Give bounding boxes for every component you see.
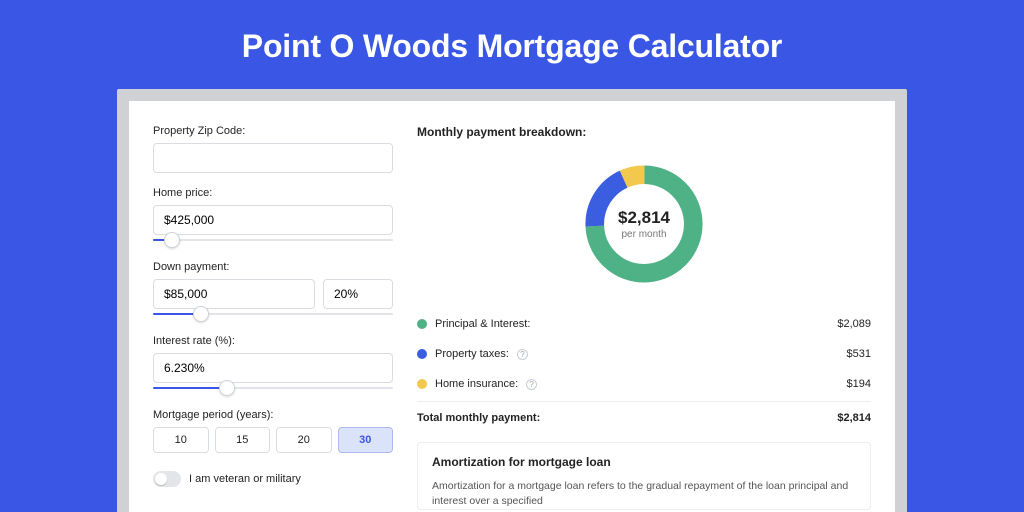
price-slider[interactable] [153,233,393,247]
legend-row-ins: Home insurance: ? $194 [417,369,871,399]
dot-icon [417,379,427,389]
period-option-15[interactable]: 15 [215,427,271,453]
legend-label: Principal & Interest: [435,318,530,330]
interest-rate-field: Interest rate (%): [153,335,393,395]
price-label: Home price: [153,187,393,199]
period-option-30[interactable]: 30 [338,427,394,453]
zip-label: Property Zip Code: [153,125,393,137]
down-payment-field: Down payment: [153,261,393,321]
total-label: Total monthly payment: [417,412,540,424]
slider-track-line [153,239,393,241]
price-input[interactable] [153,205,393,235]
legend-total-row: Total monthly payment: $2,814 [417,401,871,424]
legend-row-tax: Property taxes: ? $531 [417,339,871,369]
info-icon[interactable]: ? [526,379,537,390]
slider-thumb[interactable] [219,380,235,396]
down-payment-pct-input[interactable] [323,279,393,309]
donut-wrap: $2,814 per month [417,151,871,309]
legend-value: $531 [847,348,871,360]
amortization-body: Amortization for a mortgage loan refers … [432,479,856,509]
total-value: $2,814 [837,412,871,424]
veteran-row: I am veteran or military [153,471,393,487]
legend-value: $2,089 [837,318,871,330]
down-payment-input[interactable] [153,279,315,309]
interest-rate-slider[interactable] [153,381,393,395]
inputs-panel: Property Zip Code: Home price: Down paym… [153,125,393,512]
breakdown-heading: Monthly payment breakdown: [417,125,871,139]
veteran-label: I am veteran or military [189,473,301,485]
calculator-card: Property Zip Code: Home price: Down paym… [129,101,895,512]
interest-rate-label: Interest rate (%): [153,335,393,347]
legend-label: Property taxes: [435,348,509,360]
slider-thumb[interactable] [193,306,209,322]
donut-sub: per month [621,229,666,240]
info-icon[interactable]: ? [517,349,528,360]
payment-donut-chart: $2,814 per month [579,159,709,289]
legend-row-pi: Principal & Interest: $2,089 [417,309,871,339]
period-option-20[interactable]: 20 [276,427,332,453]
period-option-10[interactable]: 10 [153,427,209,453]
dot-icon [417,349,427,359]
veteran-toggle[interactable] [153,471,181,487]
page-title: Point O Woods Mortgage Calculator [0,0,1024,89]
donut-center: $2,814 per month [579,159,709,289]
zip-field: Property Zip Code: [153,125,393,173]
slider-fill [153,387,227,389]
breakdown-legend: Principal & Interest: $2,089 Property ta… [417,309,871,424]
donut-amount: $2,814 [618,208,670,228]
interest-rate-input[interactable] [153,353,393,383]
down-payment-slider[interactable] [153,307,393,321]
toggle-knob [155,473,167,485]
price-field: Home price: [153,187,393,247]
amortization-heading: Amortization for mortgage loan [432,455,856,469]
down-payment-label: Down payment: [153,261,393,273]
slider-thumb[interactable] [164,232,180,248]
legend-value: $194 [847,378,871,390]
amortization-card: Amortization for mortgage loan Amortizat… [417,442,871,510]
period-field: Mortgage period (years): 10 15 20 30 [153,409,393,453]
period-options: 10 15 20 30 [153,427,393,453]
legend-label: Home insurance: [435,378,518,390]
card-frame: Property Zip Code: Home price: Down paym… [117,89,907,512]
breakdown-panel: Monthly payment breakdown: $2,814 per mo… [417,125,871,512]
dot-icon [417,319,427,329]
zip-input[interactable] [153,143,393,173]
period-label: Mortgage period (years): [153,409,393,421]
